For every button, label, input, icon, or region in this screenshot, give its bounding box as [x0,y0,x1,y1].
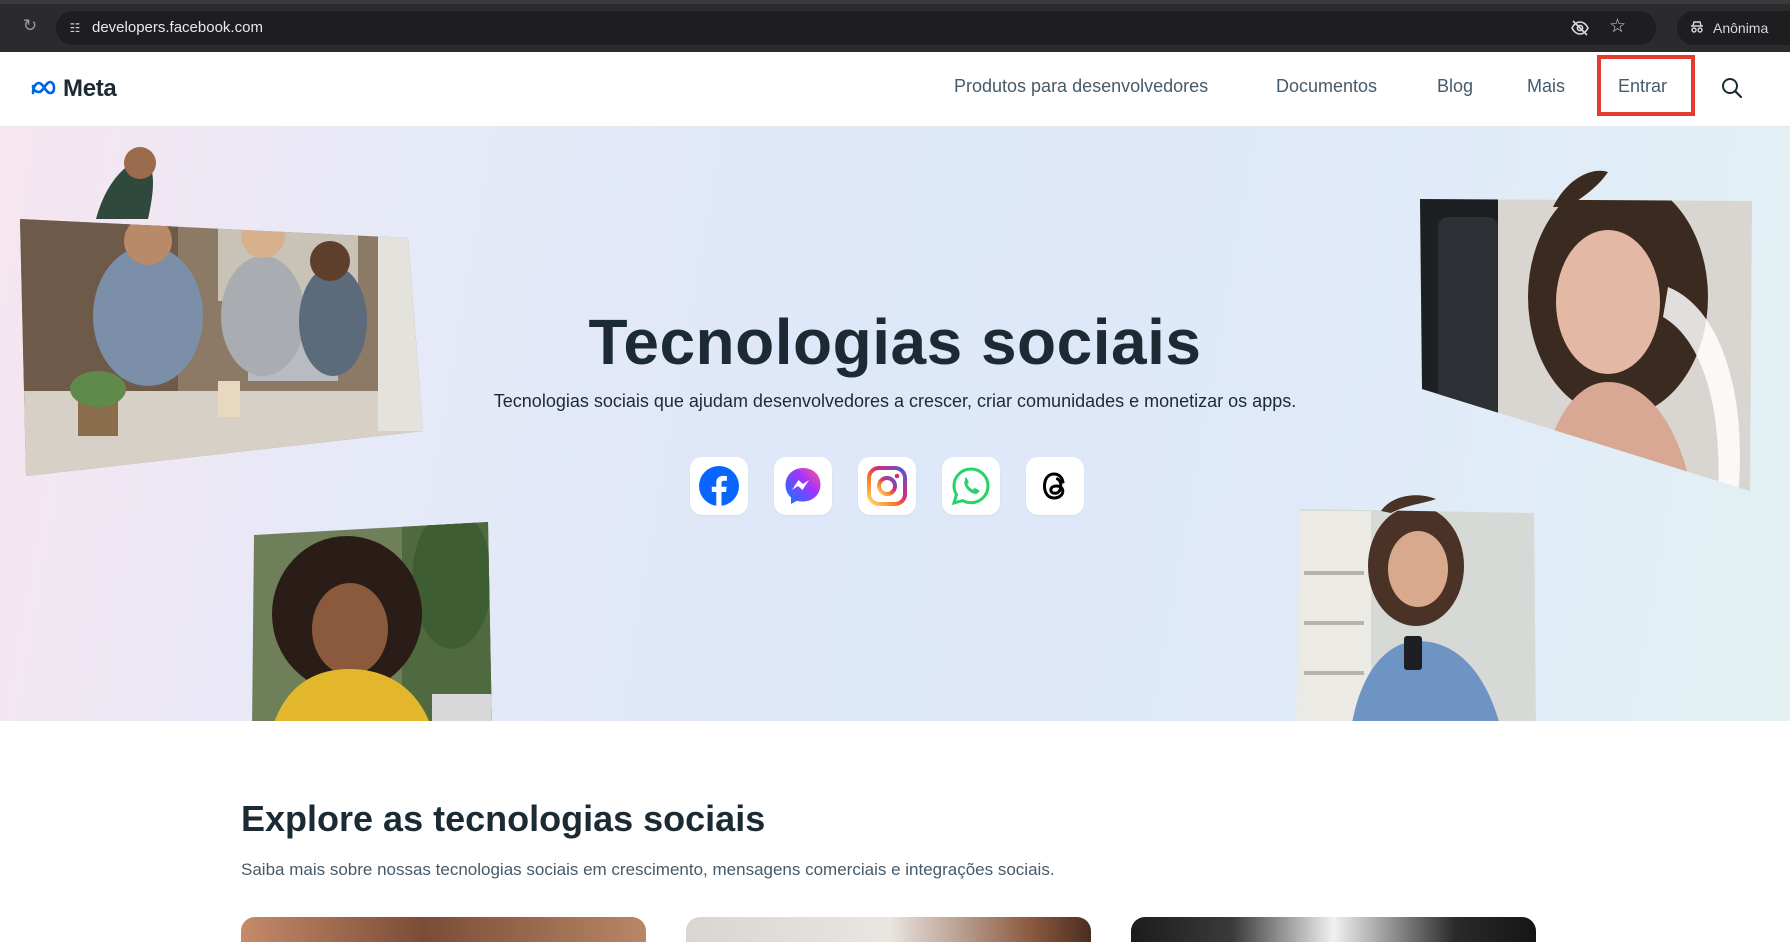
messenger-icon [785,468,821,504]
site-header: Meta Produtos para desenvolvedores Docum… [0,52,1790,127]
facebook-icon [699,466,739,506]
address-url[interactable]: developers.facebook.com [92,19,263,36]
instagram-tile[interactable] [858,457,916,515]
threads-icon [1042,472,1065,500]
nav-more[interactable]: Mais [1527,76,1565,97]
hero-section: Tecnologias sociais Tecnologias sociais … [0,127,1790,721]
woman-smartphone-photo [1296,495,1536,721]
explore-title: Explore as tecnologias sociais [241,798,766,839]
app-icons-row [690,457,1084,515]
explore-card-image[interactable] [241,917,646,942]
explore-card-image[interactable] [686,917,1091,942]
nav-products[interactable]: Produtos para desenvolvedores [954,76,1208,97]
meta-logo[interactable]: Meta [30,75,117,102]
incognito-profile-button[interactable]: Anônima [1677,11,1790,45]
explore-subtitle: Saiba mais sobre nossas tecnologias soci… [241,860,1055,879]
search-icon[interactable] [1720,76,1744,100]
meta-infinity-icon [31,80,56,95]
whatsapp-icon [951,467,990,506]
threads-tile[interactable] [1026,457,1084,515]
nav-blog[interactable]: Blog [1437,76,1473,97]
whatsapp-tile[interactable] [942,457,1000,515]
nav-docs[interactable]: Documentos [1276,76,1377,97]
facebook-tile[interactable] [690,457,748,515]
profile-label: Anônima [1713,20,1769,36]
login-highlight-box [1597,55,1695,116]
address-bar[interactable]: ☷ developers.facebook.com ☆ [56,11,1656,45]
messenger-tile[interactable] [774,457,832,515]
reload-icon[interactable]: ↻ [20,16,40,36]
tab-strip-edge [0,0,1790,4]
eye-off-icon[interactable] [1570,19,1590,37]
site-info-icon[interactable]: ☷ [65,18,85,38]
hero-title: Tecnologias sociais [588,306,1202,378]
browser-toolbar: ↻ ☷ developers.facebook.com ☆ Anônima [0,0,1790,52]
smiling-woman-photo [252,522,492,721]
instagram-icon [867,466,907,506]
explore-card-image[interactable] [1131,917,1536,942]
hero-subtitle: Tecnologias sociais que ajudam desenvolv… [493,391,1297,411]
incognito-icon [1691,21,1703,33]
bookmark-star-icon[interactable]: ☆ [1609,17,1626,37]
logo-text: Meta [63,75,117,102]
